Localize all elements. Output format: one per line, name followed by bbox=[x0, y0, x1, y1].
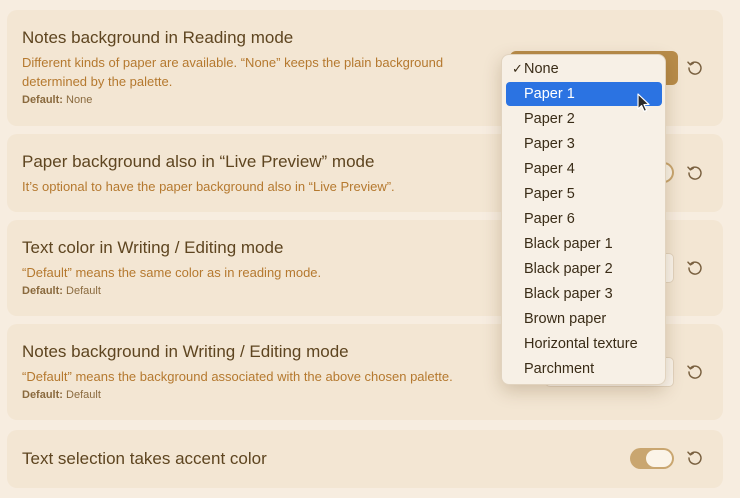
setting-title: Text selection takes accent color bbox=[22, 449, 267, 468]
menu-item-paper-5[interactable]: Paper 5 bbox=[506, 182, 662, 206]
menu-item-black-paper-2[interactable]: Black paper 2 bbox=[506, 257, 662, 281]
setting-text-selection: Text selection takes accent color bbox=[7, 430, 723, 488]
menu-item-none[interactable]: ✓ None bbox=[506, 57, 662, 81]
reset-icon[interactable] bbox=[685, 163, 705, 183]
checkmark-icon: ✓ bbox=[512, 61, 523, 76]
menu-item-label: Black paper 2 bbox=[524, 261, 613, 277]
menu-item-paper-4[interactable]: Paper 4 bbox=[506, 157, 662, 181]
menu-item-label: Horizontal texture bbox=[524, 336, 638, 352]
menu-item-label: Black paper 3 bbox=[524, 286, 613, 302]
setting-title: Text color in Writing / Editing mode bbox=[22, 238, 284, 257]
reset-icon[interactable] bbox=[685, 58, 705, 78]
menu-item-label: Parchment bbox=[524, 361, 595, 377]
menu-item-label: Paper 2 bbox=[524, 111, 575, 127]
menu-item-label: Paper 3 bbox=[524, 136, 575, 152]
menu-item-label: Paper 1 bbox=[524, 86, 575, 102]
menu-item-horizontal-texture[interactable]: Horizontal texture bbox=[506, 332, 662, 356]
setting-title: Notes background in Reading mode bbox=[22, 28, 294, 47]
menu-item-paper-3[interactable]: Paper 3 bbox=[506, 132, 662, 156]
reset-icon[interactable] bbox=[685, 258, 705, 278]
setting-default: Default: None bbox=[22, 94, 92, 106]
default-value: Default bbox=[66, 389, 101, 401]
menu-item-brown-paper[interactable]: Brown paper bbox=[506, 307, 662, 331]
default-label: Default: bbox=[22, 389, 63, 401]
reset-icon[interactable] bbox=[685, 362, 705, 382]
default-label: Default: bbox=[22, 94, 63, 106]
setting-default: Default: Default bbox=[22, 389, 101, 401]
menu-item-label: Paper 5 bbox=[524, 186, 575, 202]
menu-item-paper-6[interactable]: Paper 6 bbox=[506, 207, 662, 231]
reset-icon[interactable] bbox=[685, 448, 705, 468]
menu-item-label: Paper 4 bbox=[524, 161, 575, 177]
default-value: None bbox=[66, 94, 93, 106]
menu-item-label: Black paper 1 bbox=[524, 236, 613, 252]
setting-title: Paper background also in “Live Preview” … bbox=[22, 152, 375, 171]
menu-item-label: Brown paper bbox=[524, 311, 607, 327]
toggle-knob bbox=[646, 450, 672, 467]
text-selection-accent-toggle[interactable] bbox=[630, 448, 674, 469]
menu-item-black-paper-1[interactable]: Black paper 1 bbox=[506, 232, 662, 256]
setting-description: “Default” means the same color as in rea… bbox=[22, 265, 322, 280]
menu-item-parchment[interactable]: Parchment bbox=[506, 357, 662, 381]
setting-description: “Default” means the background associate… bbox=[22, 369, 453, 384]
menu-item-label: Paper 6 bbox=[524, 211, 575, 227]
menu-item-label: None bbox=[524, 61, 559, 77]
default-label: Default: bbox=[22, 285, 63, 297]
setting-default: Default: Default bbox=[22, 285, 101, 297]
setting-title: Notes background in Writing / Editing mo… bbox=[22, 342, 349, 361]
menu-item-black-paper-3[interactable]: Black paper 3 bbox=[506, 282, 662, 306]
setting-description: It’s optional to have the paper backgrou… bbox=[22, 179, 395, 194]
default-value: Default bbox=[66, 285, 101, 297]
setting-description: Different kinds of paper are available. … bbox=[22, 55, 444, 89]
mouse-pointer-icon bbox=[637, 93, 651, 113]
